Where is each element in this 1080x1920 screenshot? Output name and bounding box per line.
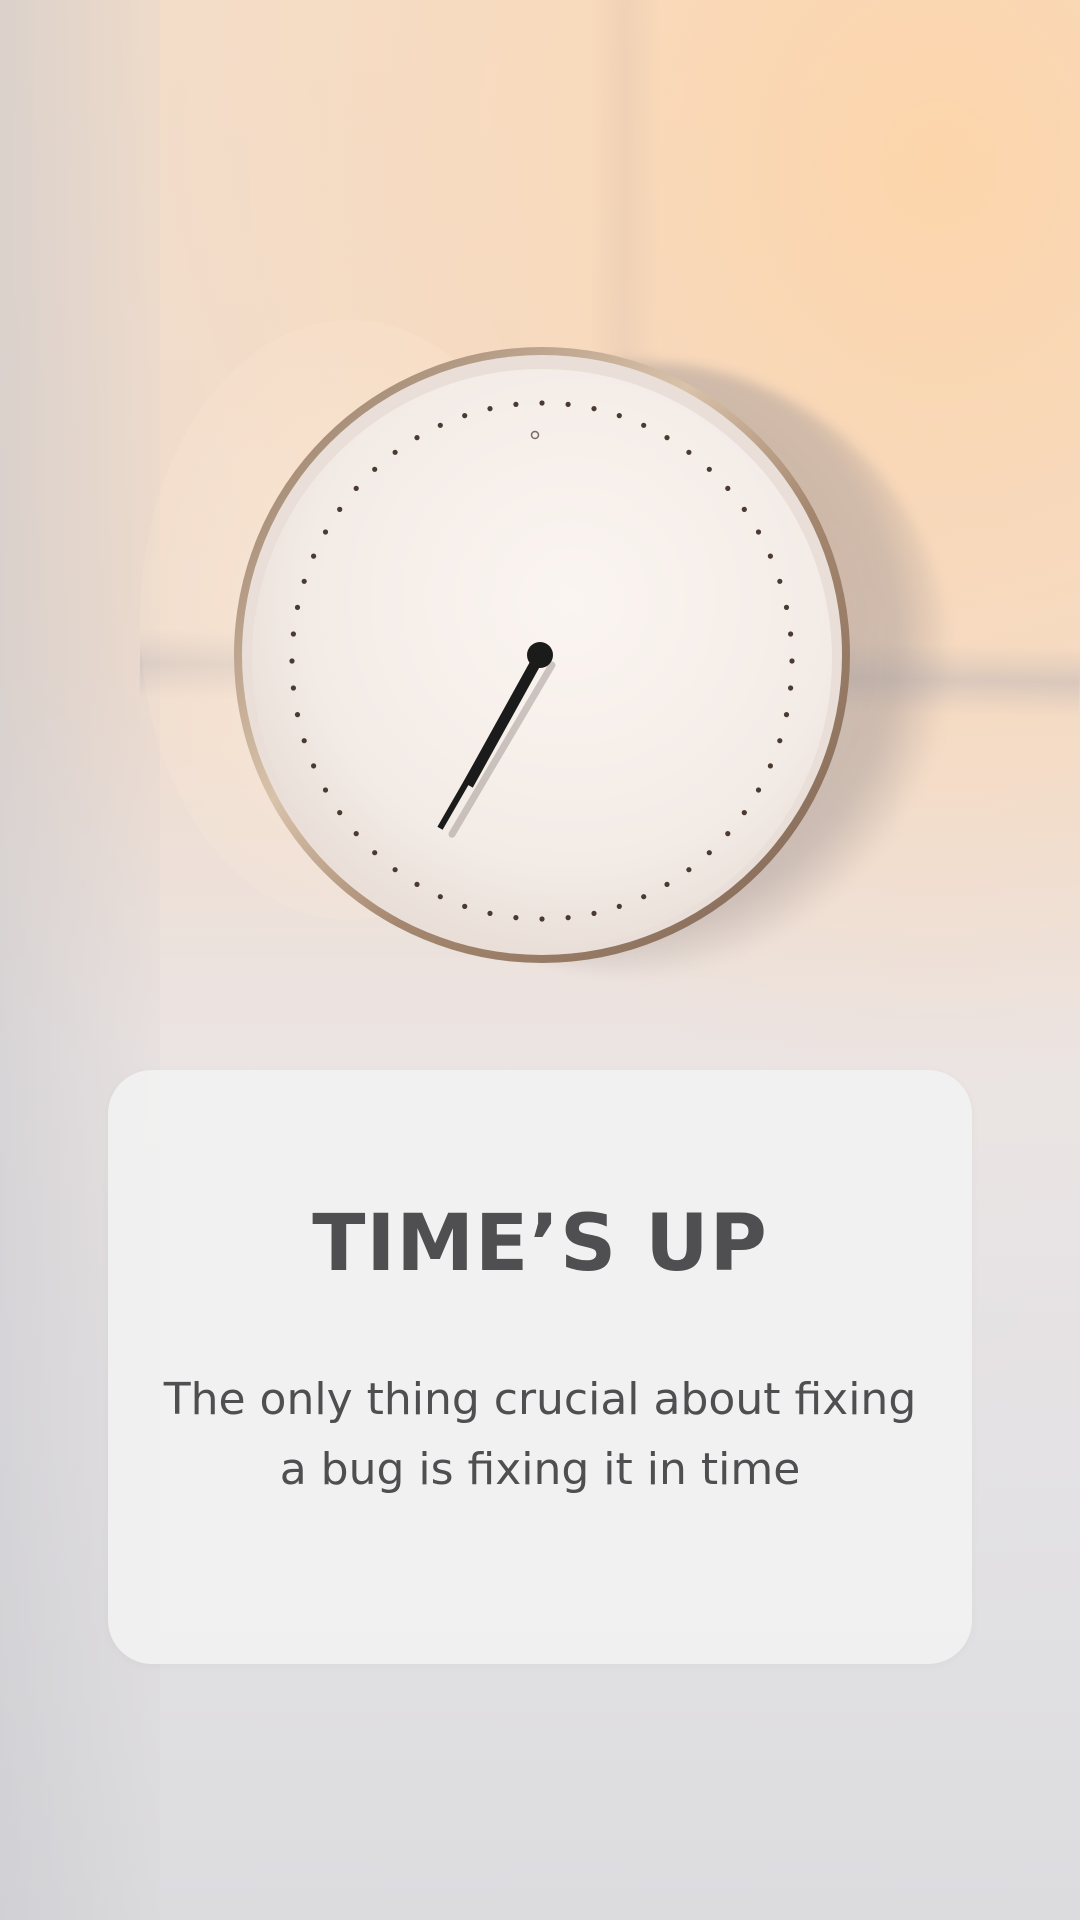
minute-dot bbox=[755, 529, 762, 535]
minute-dot bbox=[706, 850, 712, 856]
minute-dot bbox=[513, 401, 519, 407]
minute-dot bbox=[641, 894, 647, 900]
minute-dot bbox=[741, 810, 747, 816]
minute-dot bbox=[788, 631, 794, 637]
wallpaper-screen: TIME’S UP The only thing crucial about f… bbox=[0, 0, 1080, 1920]
card-title: TIME’S UP bbox=[312, 1199, 768, 1289]
minute-dot bbox=[565, 401, 571, 407]
minute-dot bbox=[783, 604, 790, 610]
minute-dot bbox=[311, 763, 317, 769]
minute-dot bbox=[616, 903, 622, 910]
minute-dot bbox=[414, 881, 420, 888]
minute-dot bbox=[322, 787, 329, 793]
minute-dot bbox=[565, 915, 571, 921]
wall-clock-image bbox=[230, 343, 854, 967]
card-message: The only thing crucial about fixing a bu… bbox=[163, 1374, 917, 1495]
minute-dot bbox=[337, 506, 343, 512]
minute-dot bbox=[755, 787, 762, 793]
minute-dot bbox=[487, 910, 493, 917]
minute-dot bbox=[301, 578, 307, 584]
minute-dot bbox=[591, 406, 597, 412]
minute-dot bbox=[591, 910, 597, 917]
minute-dot bbox=[789, 658, 795, 664]
minute-dot bbox=[414, 435, 420, 441]
minute-dot bbox=[777, 738, 783, 744]
minute-dot bbox=[725, 485, 731, 491]
minute-dot bbox=[311, 553, 317, 559]
minute-dot bbox=[301, 738, 307, 744]
minute-dot bbox=[777, 578, 783, 584]
minute-dot bbox=[641, 422, 647, 428]
minute-dot bbox=[539, 916, 545, 922]
minute-dot bbox=[686, 449, 692, 455]
minute-dot bbox=[372, 850, 378, 856]
minute-dot bbox=[392, 867, 398, 873]
wall-clock bbox=[234, 347, 850, 963]
minute-dot bbox=[353, 831, 359, 837]
minute-dot bbox=[392, 449, 398, 455]
minute-dot bbox=[289, 658, 295, 664]
minute-dot bbox=[664, 435, 670, 441]
minute-dot bbox=[290, 685, 296, 691]
minute-dot bbox=[294, 712, 301, 718]
center-hub bbox=[527, 642, 553, 668]
minute-dot bbox=[664, 881, 670, 888]
minute-dot bbox=[706, 466, 712, 472]
minute-dot bbox=[487, 406, 493, 412]
minute-dot bbox=[539, 400, 545, 406]
minute-dot bbox=[725, 831, 731, 837]
minute-dot bbox=[686, 867, 692, 873]
minute-dot bbox=[353, 485, 359, 491]
minute-dot bbox=[437, 422, 443, 428]
minute-dot bbox=[372, 466, 378, 472]
minute-dot bbox=[462, 903, 468, 910]
minute-dot bbox=[513, 915, 519, 921]
minute-dot bbox=[290, 631, 296, 637]
minute-dot bbox=[767, 763, 774, 769]
minute-dot bbox=[322, 529, 329, 535]
minute-dot bbox=[294, 604, 301, 610]
minute-dot bbox=[437, 894, 443, 900]
minute-dot bbox=[788, 685, 794, 691]
minute-dot bbox=[337, 810, 343, 816]
minute-dot bbox=[741, 506, 747, 512]
minute-dot bbox=[616, 413, 622, 419]
minute-dot bbox=[783, 712, 790, 718]
minute-dot bbox=[767, 553, 774, 559]
minute-dot bbox=[462, 413, 468, 419]
